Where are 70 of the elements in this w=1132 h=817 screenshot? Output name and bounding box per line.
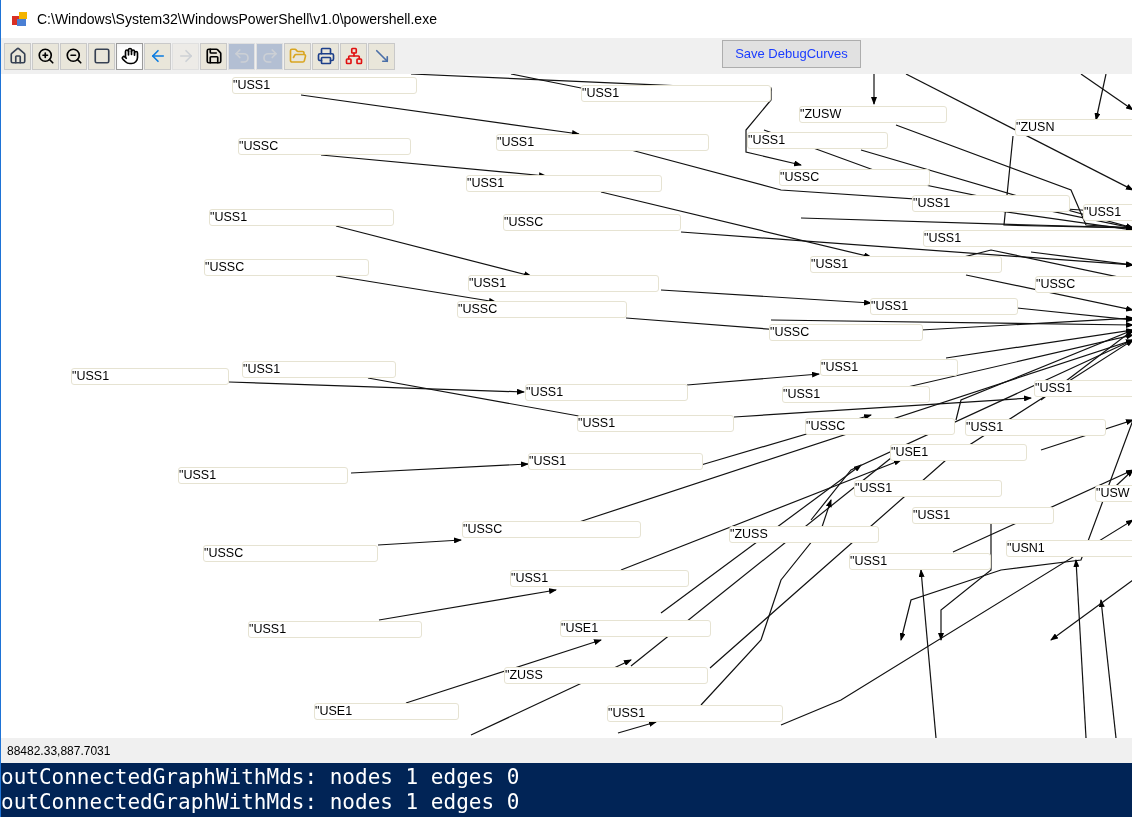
graph-node[interactable]: "USS1: [912, 195, 1070, 212]
zoom-in-icon: [36, 47, 55, 65]
graph-node[interactable]: "USSC: [204, 259, 369, 276]
graph-node[interactable]: "ZUSW: [799, 106, 947, 123]
graph-node[interactable]: "USW: [1095, 485, 1132, 502]
graph-node[interactable]: "USS1: [466, 175, 662, 192]
graph-node[interactable]: "USS1: [870, 298, 1018, 315]
graph-node[interactable]: "ZUSS: [504, 667, 708, 684]
graph-node[interactable]: "USE1: [314, 703, 459, 720]
graph-node[interactable]: "USS1: [232, 77, 417, 94]
graph-node[interactable]: "USS1: [810, 256, 1002, 273]
graph-node[interactable]: "USN1: [1006, 540, 1132, 557]
graph-node[interactable]: "USS1: [248, 621, 422, 638]
graph-node[interactable]: "USS1: [965, 419, 1106, 436]
console-line: outConnectedGraphWithMds: nodes 1 edges 0: [1, 765, 521, 790]
graph-node[interactable]: "USS1: [581, 85, 771, 102]
toolbar-button[interactable]: [88, 42, 115, 70]
graph-node[interactable]: "USS1: [747, 132, 888, 149]
folder-icon: [288, 47, 307, 65]
graph-node[interactable]: "USS1: [1083, 204, 1132, 221]
graph-node[interactable]: "USS1: [242, 361, 396, 378]
graph-node[interactable]: "USS1: [923, 230, 1132, 247]
graph-node[interactable]: "USSC: [1035, 276, 1132, 293]
graph-node[interactable]: "USS1: [1034, 380, 1132, 397]
graph-node[interactable]: "USS1: [849, 553, 991, 570]
graph-node[interactable]: "USSC: [779, 169, 930, 186]
graph-node[interactable]: "USS1: [782, 386, 930, 403]
status-coordinates: 88482.33,887.7031: [7, 742, 111, 760]
graph-node[interactable]: "USS1: [912, 507, 1054, 524]
graph-node[interactable]: "USS1: [854, 480, 1002, 497]
toolbar-button[interactable]: [200, 42, 227, 70]
redo-icon: [260, 47, 279, 65]
graph-node[interactable]: "USSC: [457, 301, 627, 318]
graph-node[interactable]: "USS1: [468, 275, 659, 292]
zoom-out-icon: [64, 47, 83, 65]
graph-node[interactable]: "USSC: [805, 418, 955, 435]
graph-node[interactable]: "ZUSS: [729, 526, 879, 543]
save-debug-curves-button[interactable]: Save DebugCurves: [722, 40, 861, 68]
graph-node[interactable]: "USE1: [560, 620, 711, 637]
graph-node[interactable]: "USS1: [525, 384, 688, 401]
graph-node[interactable]: "USSC: [769, 324, 923, 341]
toolbar-button[interactable]: [60, 42, 87, 70]
graph-layout-icon: [344, 47, 363, 65]
home-icon: [8, 47, 27, 65]
graph-node[interactable]: "USS1: [820, 359, 958, 376]
printer-icon: [316, 47, 335, 65]
toolbar-button[interactable]: [4, 42, 31, 70]
graph-node[interactable]: "USS1: [577, 415, 734, 432]
toolbar-button[interactable]: [312, 42, 339, 70]
toolbar-button[interactable]: [116, 42, 143, 70]
toolbar-button[interactable]: [32, 42, 59, 70]
app-icon: [11, 11, 29, 27]
graph-node[interactable]: "USSC: [238, 138, 411, 155]
graph-node[interactable]: "USSC: [503, 214, 681, 231]
graph-node[interactable]: "USS1: [178, 467, 348, 484]
graph-node[interactable]: "USS1: [607, 705, 783, 722]
graph-node[interactable]: "USS1: [510, 570, 689, 587]
graph-node[interactable]: "USE1: [890, 444, 1027, 461]
hand-icon: [120, 47, 139, 65]
graph-node[interactable]: "USS1: [528, 453, 703, 470]
graph-node[interactable]: "ZUSN: [1015, 119, 1132, 136]
graph-node[interactable]: "USS1: [496, 134, 709, 151]
undo-icon: [232, 47, 251, 65]
window-title: C:\Windows\System32\WindowsPowerShell\v1.0\powershell.exe: [37, 9, 437, 29]
console-line: outConnectedGraphWithMds: nodes 1 edges 0: [1, 790, 521, 815]
graph-node[interactable]: "USS1: [209, 209, 394, 226]
graph-node[interactable]: "USSC: [462, 521, 641, 538]
graph-node[interactable]: "USSC: [203, 545, 378, 562]
square-icon: [92, 47, 111, 65]
graph-node[interactable]: "USS1: [71, 368, 229, 385]
